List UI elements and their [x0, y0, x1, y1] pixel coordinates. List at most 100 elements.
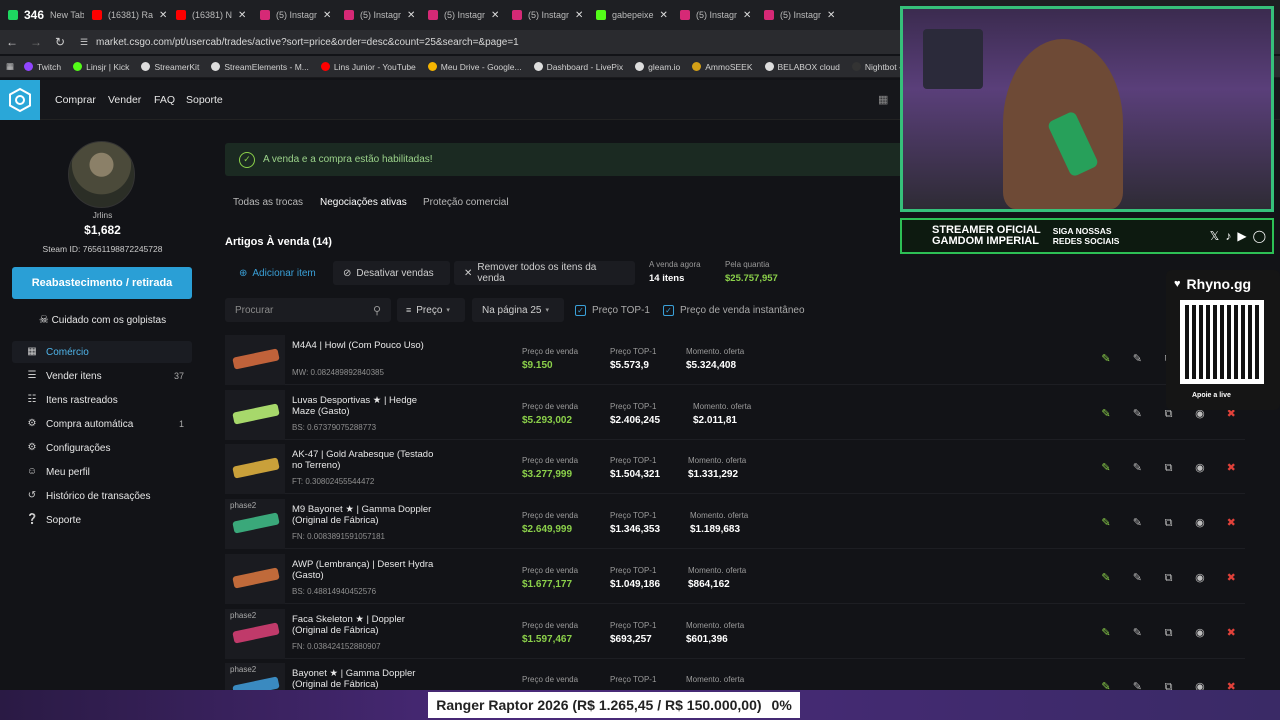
- nav-faq[interactable]: FAQ: [154, 94, 175, 106]
- eye-icon[interactable]: ◉: [1192, 515, 1208, 531]
- sidebar-item-4[interactable]: ⚙ Configurações: [12, 437, 192, 459]
- sidebar-item-6[interactable]: ↺ Histórico de transações: [12, 485, 192, 507]
- item-name[interactable]: Faca Skeleton ★ | Doppler (Original de F…: [292, 614, 442, 636]
- pin-icon[interactable]: ✎: [1098, 406, 1114, 422]
- item-name[interactable]: AWP (Lembrança) | Desert Hydra (Gasto): [292, 559, 442, 581]
- refill-withdraw-button[interactable]: Reabastecimento / retirada: [12, 267, 192, 299]
- eye-icon[interactable]: ◉: [1192, 625, 1208, 641]
- tab-active-trades[interactable]: Negociações ativas: [320, 197, 407, 208]
- close-tab-icon[interactable]: ✕: [238, 10, 246, 21]
- item-name[interactable]: Bayonet ★ | Gamma Doppler (Original de F…: [292, 668, 442, 690]
- edit-icon[interactable]: ✎: [1129, 406, 1145, 422]
- browser-tab[interactable]: (16381) N ✕: [168, 0, 252, 30]
- item-name[interactable]: M4A4 | Howl (Com Pouco Uso): [292, 340, 442, 351]
- trash-icon[interactable]: ✖: [1223, 625, 1239, 641]
- bookmark-item[interactable]: Dashboard - LivePix: [533, 62, 623, 72]
- back-icon[interactable]: ←: [0, 35, 24, 49]
- box-icon[interactable]: ⧉: [1161, 460, 1177, 476]
- item-row[interactable]: M4A4 | Howl (Com Pouco Uso) MW: 0.0824898…: [225, 335, 1245, 385]
- close-tab-icon[interactable]: ✕: [491, 10, 499, 21]
- close-tab-icon[interactable]: ✕: [743, 10, 751, 21]
- disable-sales-button[interactable]: ⊘ Desativar vendas: [333, 261, 450, 285]
- edit-icon[interactable]: ✎: [1129, 625, 1145, 641]
- add-item-button[interactable]: ⊕ Adicionar item: [229, 261, 326, 285]
- close-tab-icon[interactable]: ✕: [159, 10, 167, 21]
- edit-icon[interactable]: ✎: [1129, 515, 1145, 531]
- tab-trade-protection[interactable]: Proteção comercial: [423, 197, 509, 208]
- remove-all-button[interactable]: ✕ Remover todos os itens da venda: [454, 261, 635, 285]
- bookmark-item[interactable]: Lins Junior - YouTube: [320, 62, 416, 72]
- pin-icon[interactable]: ✎: [1098, 625, 1114, 641]
- item-row[interactable]: Luvas Desportivas ★ | Hedge Maze (Gasto)…: [225, 389, 1245, 440]
- browser-tab[interactable]: (5) Instagr ✕: [336, 0, 420, 30]
- bookmark-item[interactable]: StreamerKit: [141, 62, 199, 72]
- box-icon[interactable]: ⧉: [1161, 625, 1177, 641]
- sidebar-item-5[interactable]: ☺ Meu perfil: [12, 461, 192, 483]
- grid-view-icon[interactable]: ▦: [878, 93, 888, 106]
- browser-tab[interactable]: (5) Instagr ✕: [672, 0, 756, 30]
- pin-icon[interactable]: ✎: [1098, 515, 1114, 531]
- apps-icon[interactable]: ▦: [6, 61, 14, 72]
- eye-icon[interactable]: ◉: [1192, 570, 1208, 586]
- browser-tab[interactable]: (5) Instagr ✕: [420, 0, 504, 30]
- nav-sell[interactable]: Vender: [108, 94, 141, 106]
- close-tab-icon[interactable]: ✕: [660, 10, 668, 21]
- sidebar-item-1[interactable]: ☰ Vender itens 37: [12, 365, 192, 387]
- top1-price-checkbox[interactable]: ✓ Preço TOP-1: [575, 305, 650, 316]
- pin-icon[interactable]: ✎: [1098, 460, 1114, 476]
- browser-tab[interactable]: 346New Tab✕: [0, 0, 84, 30]
- nav-support[interactable]: Soporte: [186, 94, 223, 106]
- item-row[interactable]: phase2 M9 Bayonet ★ | Gamma Doppler (Orig…: [225, 499, 1245, 550]
- price-sort-dropdown[interactable]: ≡ Preço ▾: [397, 298, 465, 322]
- site-info-icon[interactable]: ☰: [72, 37, 96, 48]
- offer-price-value: $2.011,81: [693, 414, 737, 426]
- bookmark-item[interactable]: gleam.io: [635, 62, 680, 72]
- tab-all-trades[interactable]: Todas as trocas: [233, 197, 303, 208]
- bookmark-item[interactable]: Twitch: [24, 62, 61, 72]
- browser-tab[interactable]: (5) Instagr ✕: [252, 0, 336, 30]
- browser-tab[interactable]: gabepeixe ✕: [588, 0, 672, 30]
- item-name[interactable]: AK-47 | Gold Arabesque (Testado no Terre…: [292, 449, 442, 471]
- bookmark-item[interactable]: Linsjr | Kick: [73, 62, 129, 72]
- browser-tab[interactable]: (5) Instagr ✕: [504, 0, 588, 30]
- trash-icon[interactable]: ✖: [1223, 460, 1239, 476]
- sidebar-item-3[interactable]: ⚙ Compra automática 1: [12, 413, 192, 435]
- url-field[interactable]: market.csgo.com/pt/usercab/trades/active…: [96, 37, 519, 48]
- trash-icon[interactable]: ✖: [1223, 515, 1239, 531]
- scam-warning[interactable]: ☠ Cuidado com os golpistas: [0, 313, 205, 326]
- box-icon[interactable]: ⧉: [1161, 515, 1177, 531]
- eye-icon[interactable]: ◉: [1192, 460, 1208, 476]
- close-tab-icon[interactable]: ✕: [827, 10, 835, 21]
- bookmark-item[interactable]: Meu Drive - Google...: [427, 62, 522, 72]
- item-row[interactable]: AWP (Lembrança) | Desert Hydra (Gasto) BS…: [225, 553, 1245, 604]
- edit-icon[interactable]: ✎: [1129, 351, 1145, 367]
- close-tab-icon[interactable]: ✕: [407, 10, 415, 21]
- pin-icon[interactable]: ✎: [1098, 570, 1114, 586]
- close-tab-icon[interactable]: ✕: [575, 10, 583, 21]
- nav-buy[interactable]: Comprar: [55, 94, 96, 106]
- sidebar-item-2[interactable]: ☷ Itens rastreados: [12, 389, 192, 411]
- sidebar-item-7[interactable]: ❔ Soporte: [12, 509, 192, 531]
- item-row[interactable]: AK-47 | Gold Arabesque (Testado no Terre…: [225, 444, 1245, 495]
- browser-tab[interactable]: (5) Instagr ✕: [756, 0, 840, 30]
- forward-icon[interactable]: →: [24, 35, 48, 49]
- edit-icon[interactable]: ✎: [1129, 570, 1145, 586]
- pin-icon[interactable]: ✎: [1098, 351, 1114, 367]
- bookmark-item[interactable]: StreamElements - M...: [211, 62, 309, 72]
- bookmark-item[interactable]: BELABOX cloud: [764, 62, 840, 72]
- instant-price-checkbox[interactable]: ✓ Preço de venda instantâneo: [663, 305, 805, 316]
- search-input[interactable]: Procurar ⚲: [225, 298, 391, 322]
- per-page-dropdown[interactable]: Na página 25 ▾: [472, 298, 564, 322]
- item-row[interactable]: phase2 Faca Skeleton ★ | Doppler (Origina…: [225, 608, 1245, 659]
- item-name[interactable]: Luvas Desportivas ★ | Hedge Maze (Gasto): [292, 395, 442, 417]
- bookmark-item[interactable]: AmmoSEEK: [692, 62, 753, 72]
- site-logo[interactable]: [0, 80, 40, 120]
- browser-tab[interactable]: (16381) Ra ✕: [84, 0, 168, 30]
- box-icon[interactable]: ⧉: [1161, 570, 1177, 586]
- item-name[interactable]: M9 Bayonet ★ | Gamma Doppler (Original d…: [292, 504, 442, 526]
- reload-icon[interactable]: ↻: [48, 35, 72, 49]
- edit-icon[interactable]: ✎: [1129, 460, 1145, 476]
- sidebar-item-0[interactable]: ▦ Comércio: [12, 341, 192, 363]
- close-tab-icon[interactable]: ✕: [323, 10, 331, 21]
- trash-icon[interactable]: ✖: [1223, 570, 1239, 586]
